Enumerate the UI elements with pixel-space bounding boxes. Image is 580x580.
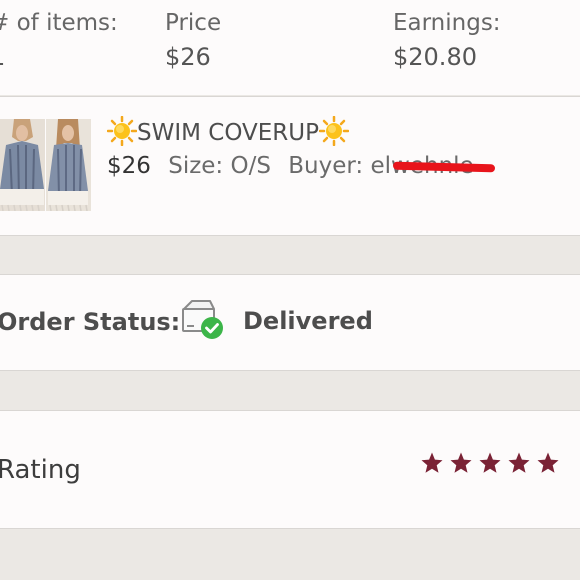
order-status-section: Order Status: Delivered (0, 275, 580, 370)
star-rating (420, 451, 565, 477)
star-icon (479, 452, 501, 473)
divider (0, 235, 580, 236)
listing-title: SWIM COVERUP (137, 120, 319, 146)
price-column: Price $26 (165, 8, 221, 72)
listing-thumbnail[interactable] (0, 119, 45, 211)
star-icon (537, 452, 559, 473)
divider (0, 370, 580, 371)
coverup-photo-2 (46, 119, 91, 211)
earnings-value: $20.80 (393, 43, 477, 71)
order-status-label: Order Status: (0, 308, 181, 336)
listing-thumbnail[interactable] (46, 119, 91, 211)
sun-icon (318, 115, 350, 147)
order-details-page: # of items: 1 Price $26 Earnings: $20.80 (0, 0, 580, 580)
star-icon (421, 452, 443, 473)
divider (0, 528, 580, 529)
order-summary: # of items: 1 Price $26 Earnings: $20.80 (0, 0, 580, 95)
sun-icon (106, 115, 138, 147)
order-status-value: Delivered (243, 307, 373, 335)
items-count-column: # of items: 1 (0, 8, 118, 72)
items-count-label: # of items: (0, 10, 118, 36)
earnings-label: Earnings: (393, 10, 501, 36)
price-value: $26 (165, 43, 211, 71)
rating-label: Rating (0, 455, 81, 485)
listing-item[interactable]: SWIM COVERUP $26 Size: O/S Buyer: elwehn… (0, 97, 580, 235)
star-icon (450, 452, 472, 473)
star-icon (508, 452, 530, 473)
listing-size: Size: O/S (168, 153, 271, 179)
coverup-photo-1 (0, 119, 45, 211)
price-label: Price (165, 10, 222, 36)
items-count-value: 1 (0, 42, 118, 72)
rating-section: Rating (0, 411, 580, 528)
listing-title-row[interactable]: SWIM COVERUP (106, 115, 350, 148)
earnings-column: Earnings: $20.80 (393, 8, 501, 72)
listing-price: $26 (107, 153, 151, 179)
package-delivered-icon (180, 299, 228, 341)
